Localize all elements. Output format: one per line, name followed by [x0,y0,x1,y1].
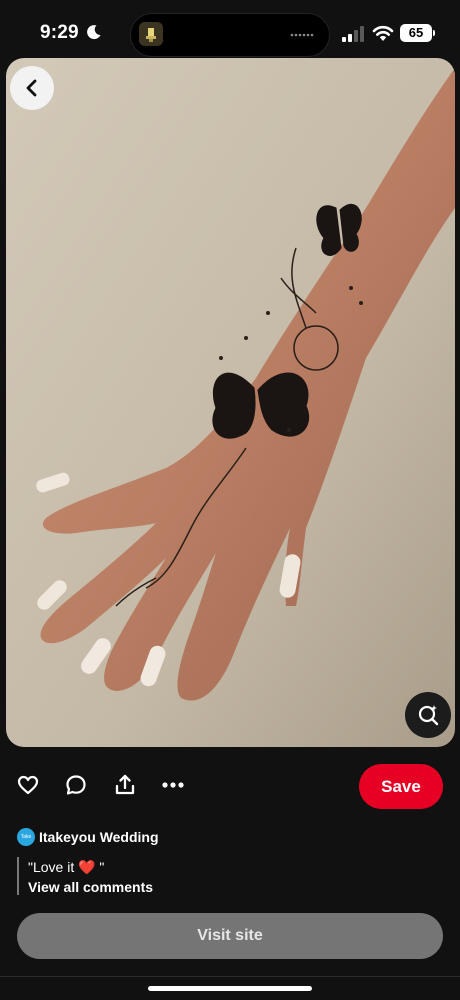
share-upload-icon [115,774,135,795]
save-button[interactable]: Save [359,764,443,809]
back-button[interactable] [10,66,54,110]
tattoo-hand-photo [6,58,455,747]
source-name[interactable]: Itakeyou Wedding [39,829,159,845]
visit-site-button[interactable]: Visit site [17,913,443,959]
visual-search-button[interactable] [405,692,451,738]
cellular-signal-icon [342,26,364,42]
bottom-divider [0,976,460,977]
comment-button[interactable] [63,772,89,798]
dynamic-island [130,13,330,57]
comment-text: "Love it ❤️ " [28,859,105,875]
like-button[interactable] [15,772,41,798]
home-indicator[interactable] [148,986,312,991]
heart-icon [17,775,39,795]
pin-image[interactable] [6,58,455,747]
share-button[interactable] [112,772,138,798]
pin-source[interactable]: Take you Itakeyou Wedding [17,827,159,847]
wifi-icon [372,25,394,41]
lens-search-icon [418,705,439,726]
comment-preview: "Love it ❤️ " View all comments [17,857,153,895]
view-all-comments-link[interactable]: View all comments [28,877,153,897]
chevron-left-icon [26,79,37,97]
moon-icon [87,25,101,40]
status-time: 9:29 [40,22,79,43]
status-bar: 9:29 65 [0,0,460,60]
more-options-button[interactable] [160,772,186,798]
audio-wave-icon [290,33,314,37]
battery-tip [433,30,435,36]
battery-indicator: 65 [400,24,432,42]
comment-bubble-icon [66,775,86,795]
ellipsis-icon [162,782,184,788]
app-activity-icon [139,22,163,46]
source-avatar[interactable]: Take you [17,828,35,846]
